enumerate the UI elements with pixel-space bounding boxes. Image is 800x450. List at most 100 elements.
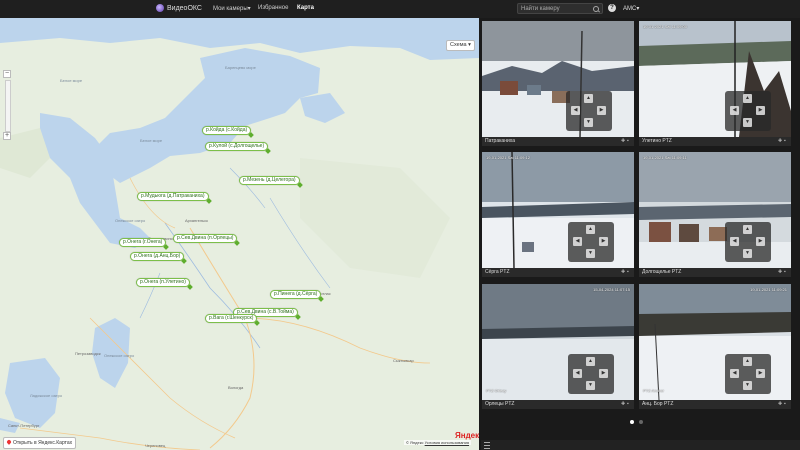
camera-timestamp: 19-01-2021 Sat 11:09:11 xyxy=(643,155,687,160)
search-icon[interactable] xyxy=(593,6,599,12)
camera-footer: Долгощелье PTZ ✚ ▪ xyxy=(639,268,791,277)
bottom-bar xyxy=(481,440,800,450)
camera-tile[interactable]: 15-04-2024 11:07:15 PTZ Orlecy ▲ ◀ ▶ ▼ О… xyxy=(482,284,634,409)
ptz-control[interactable]: ▲ ◀ ▶ ▼ xyxy=(725,222,771,262)
arrow-up-icon[interactable]: ▲ xyxy=(584,94,593,103)
ptz-control[interactable]: ▲ ◀ ▶ ▼ xyxy=(725,354,771,394)
fullscreen-icon[interactable]: ▪ xyxy=(784,270,789,275)
fullscreen-icon[interactable]: ▪ xyxy=(627,270,632,275)
arrow-up-icon[interactable]: ▲ xyxy=(743,225,752,234)
camera-pin[interactable]: р.Мезень (д.Целегора) xyxy=(239,176,300,185)
arrow-up-icon[interactable]: ▲ xyxy=(743,357,752,366)
ptz-control[interactable]: ▲ ◀ ▶ ▼ xyxy=(568,222,614,262)
camera-snapshot[interactable]: ▲ ◀ ▶ ▼ xyxy=(482,21,634,137)
camera-pin[interactable]: р.Кулой (с.Долгощелье) xyxy=(205,142,269,151)
camera-tile[interactable]: 19-01-2021 11:09:21 PTZ Ancbor ▲ ◀ ▶ ▼ А… xyxy=(639,284,791,409)
camera-pin[interactable]: р.Онега (д.Анц.Бор) xyxy=(130,252,185,261)
help-icon[interactable]: ? xyxy=(608,4,616,12)
camera-snapshot[interactable]: 19-01-2021 11:09:21 PTZ Ancbor ▲ ◀ ▶ ▼ xyxy=(639,284,791,400)
zoom-control: − + xyxy=(3,70,11,140)
arrow-left-icon[interactable]: ◀ xyxy=(573,369,582,378)
top-navbar: ВидеоОКС Мои камеры▾ Избранное Карта Най… xyxy=(0,0,800,19)
camera-tile[interactable]: 19-01-2021 Sat 11:09:00 ▲ ◀ ▶ ▼ Улетино … xyxy=(639,21,791,146)
camera-pin[interactable]: р.Мудьюга (д.Патраканиха) xyxy=(137,192,209,201)
camera-name: Сёрга PTZ xyxy=(485,269,510,275)
geo-label: Онежское озеро xyxy=(115,218,146,223)
arrow-left-icon[interactable]: ◀ xyxy=(730,237,739,246)
add-favorite-icon[interactable]: ✚ xyxy=(621,139,626,144)
camera-name: Патраканиха xyxy=(485,138,515,144)
arrow-down-icon[interactable]: ▼ xyxy=(743,118,752,127)
zoom-out-button[interactable]: + xyxy=(3,132,11,140)
search-input[interactable]: Найти камеру xyxy=(517,3,603,14)
camera-snapshot[interactable]: 15-04-2024 11:07:15 PTZ Orlecy ▲ ◀ ▶ ▼ xyxy=(482,284,634,400)
camera-pin[interactable]: р.Онега (п.Улетино) xyxy=(136,278,190,287)
camera-overlay-text: PTZ Ancbor xyxy=(643,388,665,393)
ptz-control[interactable]: ▲ ◀ ▶ ▼ xyxy=(725,91,771,131)
arrow-right-icon[interactable]: ▶ xyxy=(756,369,765,378)
arrow-left-icon[interactable]: ◀ xyxy=(730,369,739,378)
nav-map[interactable]: Карта xyxy=(297,5,314,11)
camera-pin[interactable]: р.Онега (г.Онега) xyxy=(119,238,167,247)
arrow-left-icon[interactable]: ◀ xyxy=(730,106,739,115)
add-favorite-icon[interactable]: ✚ xyxy=(621,402,626,407)
camera-timestamp: 19-01-2021 Sat 11:09:12 xyxy=(486,155,530,160)
arrow-right-icon[interactable]: ▶ xyxy=(597,106,606,115)
arrow-right-icon[interactable]: ▶ xyxy=(756,237,765,246)
camera-tile[interactable]: ▲ ◀ ▶ ▼ Патраканиха ✚ ▪ xyxy=(482,21,634,146)
arrow-up-icon[interactable]: ▲ xyxy=(586,357,595,366)
map-view[interactable]: Баренцево море Белое море Белое море Оне… xyxy=(0,18,479,450)
open-in-yandex-maps-link[interactable]: Открыть в Яндекс.Картах xyxy=(3,437,77,449)
arrow-left-icon[interactable]: ◀ xyxy=(571,106,580,115)
camera-tile[interactable]: 19-01-2021 Sat 11:09:11 ▲ ◀ ▶ ▼ Долгощел… xyxy=(639,152,791,277)
camera-snapshot[interactable]: 19-01-2021 Sat 11:09:00 ▲ ◀ ▶ ▼ xyxy=(639,21,791,137)
arrow-up-icon[interactable]: ▲ xyxy=(743,94,752,103)
camera-pin[interactable]: р.Пинега (д.Сёрга) xyxy=(270,290,322,299)
nav-favorites[interactable]: Избранное xyxy=(258,5,288,11)
geo-label: Белое море xyxy=(60,78,83,83)
arrow-down-icon[interactable]: ▼ xyxy=(586,249,595,258)
fullscreen-icon[interactable]: ▪ xyxy=(784,139,789,144)
brand[interactable]: ВидеоОКС xyxy=(156,4,202,12)
geo-label: Белое море xyxy=(140,138,163,143)
arrow-right-icon[interactable]: ▶ xyxy=(756,106,765,115)
geo-label: Онежское озеро xyxy=(104,353,135,358)
nav-my-cameras[interactable]: Мои камеры▾ xyxy=(213,5,251,12)
camera-timestamp: 19-01-2021 11:09:21 xyxy=(750,287,787,292)
arrow-down-icon[interactable]: ▼ xyxy=(586,381,595,390)
camera-footer: Патраканиха ✚ ▪ xyxy=(482,137,634,146)
fullscreen-icon[interactable]: ▪ xyxy=(784,402,789,407)
add-favorite-icon[interactable]: ✚ xyxy=(778,139,783,144)
fullscreen-icon[interactable]: ▪ xyxy=(627,402,632,407)
fullscreen-icon[interactable]: ▪ xyxy=(627,139,632,144)
menu-icon[interactable] xyxy=(484,442,490,449)
arrow-up-icon[interactable]: ▲ xyxy=(586,225,595,234)
camera-snapshot[interactable]: 19-01-2021 Sat 11:09:11 ▲ ◀ ▶ ▼ xyxy=(639,152,791,268)
arrow-down-icon[interactable]: ▼ xyxy=(584,118,593,127)
zoom-slider[interactable] xyxy=(5,80,11,132)
page-dot-active[interactable] xyxy=(630,420,634,424)
camera-name: Улетино PTZ xyxy=(642,138,672,144)
arrow-left-icon[interactable]: ◀ xyxy=(573,237,582,246)
camera-pin[interactable]: р.Койда (с.Койда) xyxy=(202,126,252,135)
add-favorite-icon[interactable]: ✚ xyxy=(778,402,783,407)
camera-pin[interactable]: р.Сев.Двина (п.Орлецы) xyxy=(173,234,238,243)
camera-tile[interactable]: 19-01-2021 Sat 11:09:12 ▲ ◀ ▶ ▼ Сёрга PT… xyxy=(482,152,634,277)
arrow-down-icon[interactable]: ▼ xyxy=(743,249,752,258)
camera-pin[interactable]: р.Вага (г.Шенкурск) xyxy=(205,314,258,323)
camera-snapshot[interactable]: 19-01-2021 Sat 11:09:12 ▲ ◀ ▶ ▼ xyxy=(482,152,634,268)
add-favorite-icon[interactable]: ✚ xyxy=(621,270,626,275)
map-layer-button[interactable]: Схема ▾ xyxy=(446,40,475,51)
city-label: Сыктывкар xyxy=(393,358,414,363)
terms-link[interactable]: Условия использования xyxy=(425,440,469,445)
arrow-down-icon[interactable]: ▼ xyxy=(743,381,752,390)
page-dot[interactable] xyxy=(639,420,643,424)
city-label: Вологда xyxy=(228,385,244,390)
zoom-in-button[interactable]: − xyxy=(3,70,11,78)
arrow-right-icon[interactable]: ▶ xyxy=(599,237,608,246)
arrow-right-icon[interactable]: ▶ xyxy=(599,369,608,378)
ptz-control[interactable]: ▲ ◀ ▶ ▼ xyxy=(568,354,614,394)
add-favorite-icon[interactable]: ✚ xyxy=(778,270,783,275)
ptz-control[interactable]: ▲ ◀ ▶ ▼ xyxy=(566,91,612,131)
user-menu[interactable]: АМС▾ xyxy=(623,5,639,12)
